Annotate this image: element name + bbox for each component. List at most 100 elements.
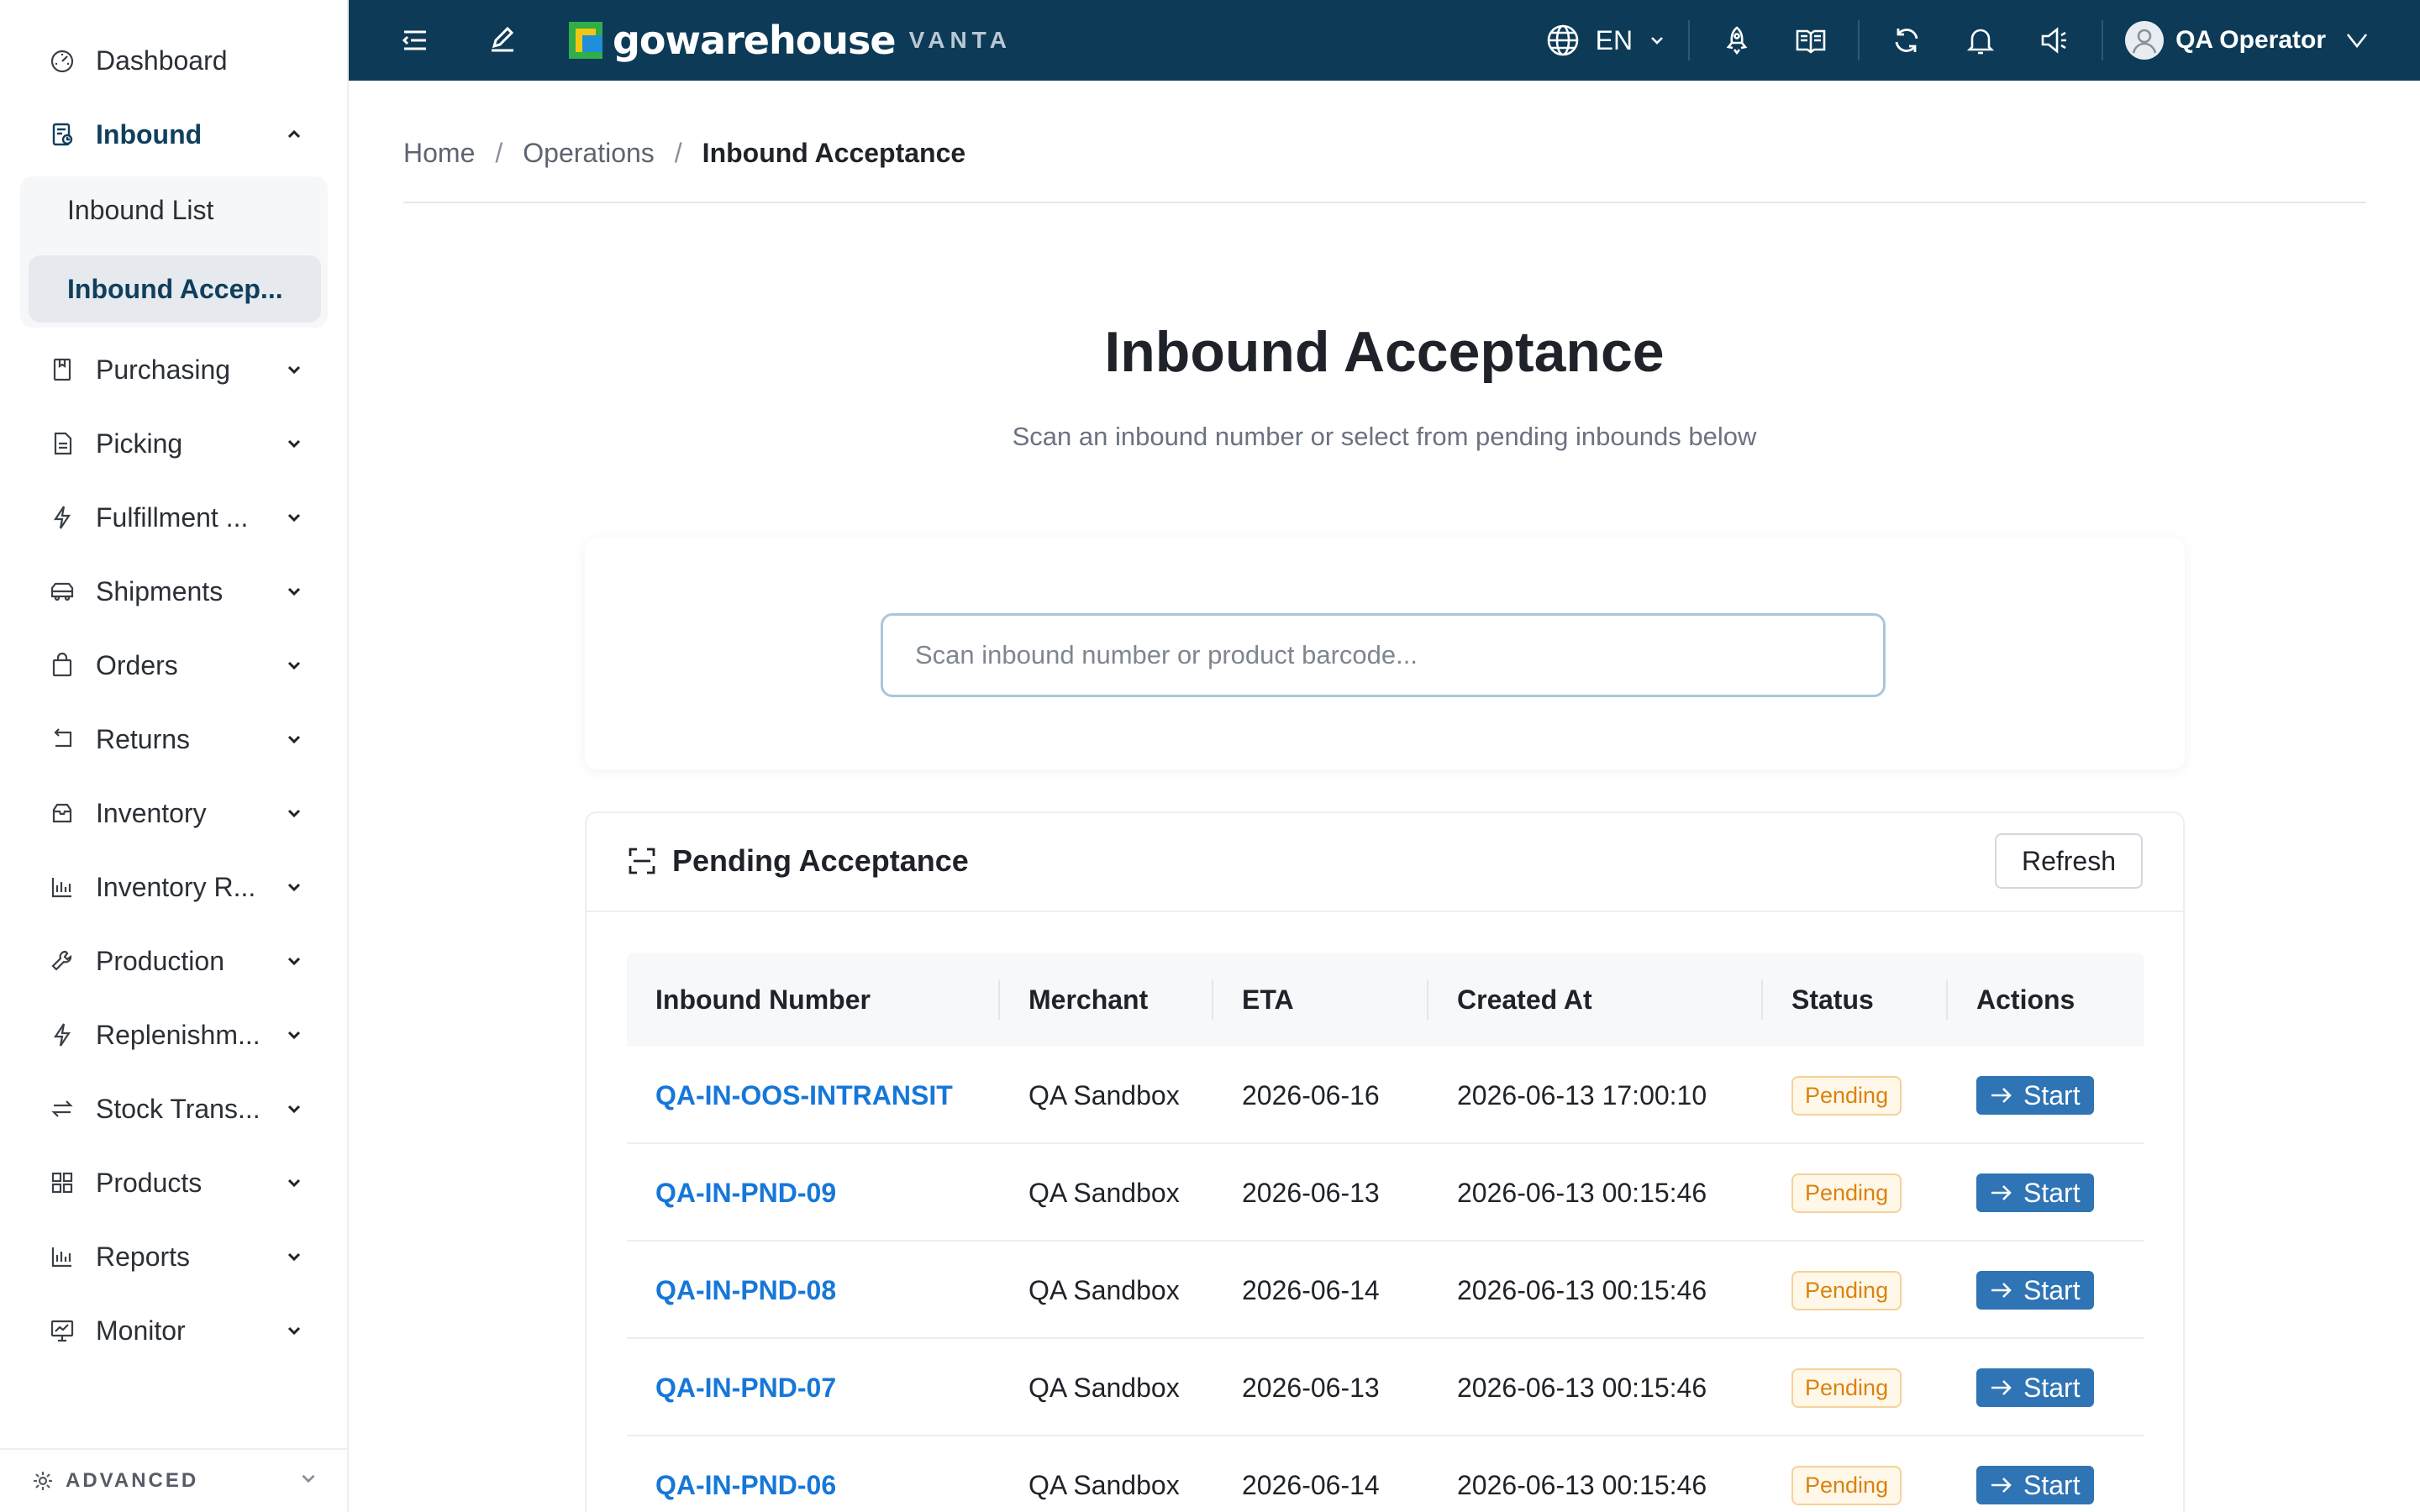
chevron-down-icon[interactable] — [277, 1166, 311, 1200]
sidebar-item-label: Picking — [96, 428, 183, 459]
sidebar-item-fulfillment[interactable]: Fulfillment ... — [25, 491, 319, 544]
sidebar-item-inbound[interactable]: Inbound — [25, 108, 319, 161]
docs-book-icon[interactable] — [1786, 15, 1836, 66]
sidebar-item-label: Purchasing — [96, 354, 231, 385]
sidebar-subitem-inbound-list[interactable]: Inbound List — [29, 176, 321, 244]
sidebar-item-orders[interactable]: Orders — [25, 638, 319, 692]
sidebar-item-production[interactable]: Production — [25, 934, 319, 988]
start-button[interactable]: Start — [1976, 1466, 2094, 1504]
sidebar-item-products[interactable]: Products — [25, 1156, 319, 1210]
merchant-cell: QA Sandbox — [1028, 1177, 1180, 1208]
brand-logo[interactable]: gowarehouse VANTA — [569, 18, 1012, 63]
status-badge: Pending — [1791, 1465, 1902, 1505]
sidebar-item-returns[interactable]: Returns — [25, 712, 319, 766]
chevron-up-icon[interactable] — [277, 118, 311, 151]
inbound-number-link[interactable]: QA-IN-OOS-INTRANSIT — [655, 1047, 953, 1144]
purchasing-book-icon — [44, 351, 81, 388]
user-menu[interactable]: QA Operator — [2125, 21, 2371, 60]
refresh-sync-icon[interactable] — [1881, 15, 1932, 66]
breadcrumb-home-link[interactable]: Home — [403, 138, 475, 169]
sidebar-item-replenishment[interactable]: Replenishm... — [25, 1008, 319, 1062]
chevron-down-icon[interactable] — [277, 870, 311, 904]
inbound-number-link[interactable]: QA-IN-PND-07 — [655, 1339, 836, 1436]
arrow-right-icon — [1988, 1278, 2013, 1303]
inbound-number-link[interactable]: QA-IN-PND-06 — [655, 1436, 836, 1512]
start-button[interactable]: Start — [1976, 1173, 2094, 1212]
status-badge: Pending — [1791, 1075, 1902, 1116]
gear-icon — [32, 1468, 57, 1494]
fulfillment-bolt-icon — [44, 499, 81, 536]
status-badge: Pending — [1791, 1270, 1902, 1310]
sidebar-item-dashboard[interactable]: Dashboard — [25, 34, 319, 87]
inventory-reports-chart-icon — [44, 869, 81, 906]
start-button[interactable]: Start — [1976, 1368, 2094, 1407]
sidebar-item-label: Orders — [96, 649, 178, 680]
created-at-cell: 2026-06-13 17:00:10 — [1457, 1079, 1707, 1110]
chevron-down-icon[interactable] — [277, 722, 311, 756]
start-button[interactable]: Start — [1976, 1076, 2094, 1115]
sidebar-item-label: Inventory — [96, 797, 207, 828]
start-button-label: Start — [2023, 1274, 2081, 1305]
sidebar-item-shipments[interactable]: Shipments — [25, 564, 319, 618]
language-code: EN — [1595, 24, 1634, 55]
chevron-down-icon — [2343, 26, 2371, 55]
sidebar-item-reports[interactable]: Reports — [25, 1230, 319, 1284]
sidebar-subitem-inbound-acceptance[interactable]: Inbound Accep... — [29, 255, 321, 323]
created-at-cell: 2026-06-13 00:15:46 — [1457, 1177, 1707, 1208]
rocket-icon[interactable] — [1712, 15, 1762, 66]
sidebar-item-picking[interactable]: Picking — [25, 417, 319, 470]
column-divider — [1761, 979, 1763, 1020]
column-header-status[interactable]: Status — [1791, 953, 1874, 1047]
column-header-eta[interactable]: ETA — [1242, 953, 1294, 1047]
start-button[interactable]: Start — [1976, 1271, 2094, 1310]
sidebar-item-inventory[interactable]: Inventory — [25, 786, 319, 840]
sidebar-item-purchasing[interactable]: Purchasing — [25, 343, 319, 396]
chevron-down-icon[interactable] — [277, 648, 311, 682]
breadcrumb-current: Inbound Acceptance — [702, 138, 966, 168]
inbound-clipboard-icon — [44, 116, 81, 153]
eta-cell: 2026-06-13 — [1242, 1177, 1380, 1208]
chevron-down-icon[interactable] — [277, 501, 311, 534]
chevron-down-icon[interactable] — [277, 575, 311, 608]
page-title: Inbound Acceptance — [1104, 320, 1665, 384]
column-header-inbound-number[interactable]: Inbound Number — [655, 953, 871, 1047]
brand-name: gowarehouse — [613, 18, 897, 63]
refresh-button[interactable]: Refresh — [1995, 833, 2143, 889]
sidebar-item-inventory-reports[interactable]: Inventory R... — [25, 860, 319, 914]
pending-card-header: Pending Acceptance Refresh — [587, 813, 2183, 912]
sidebar-item-monitor[interactable]: Monitor — [25, 1304, 319, 1357]
column-header-created-at[interactable]: Created At — [1457, 953, 1592, 1047]
announcement-speaker-icon[interactable] — [2029, 15, 2080, 66]
chevron-down-icon[interactable] — [277, 1240, 311, 1273]
sidebar-item-stock-transfer[interactable]: Stock Trans... — [25, 1082, 319, 1136]
chevron-down-icon[interactable] — [277, 944, 311, 978]
dashboard-gauge-icon — [44, 42, 81, 79]
sidebar-advanced-toggle[interactable]: ADVANCED — [0, 1448, 349, 1512]
stock-transfer-arrows-icon — [44, 1090, 81, 1127]
chevron-down-icon[interactable] — [277, 1314, 311, 1347]
sidebar-item-label: Inventory R... — [96, 871, 256, 902]
column-header-merchant[interactable]: Merchant — [1028, 953, 1148, 1047]
arrow-right-icon — [1988, 1375, 2013, 1400]
chevron-down-icon[interactable] — [277, 1092, 311, 1126]
chevron-down-icon[interactable] — [277, 796, 311, 830]
scan-input[interactable] — [881, 613, 1886, 697]
sidebar-item-label: Shipments — [96, 575, 224, 606]
chevron-down-icon[interactable] — [277, 1018, 311, 1052]
pending-acceptance-card: Pending Acceptance Refresh Inbound Numbe… — [585, 811, 2185, 1512]
picking-document-icon — [44, 425, 81, 462]
arrow-right-icon — [1988, 1473, 2013, 1498]
edit-pen-icon[interactable] — [476, 15, 527, 66]
shipments-truck-icon — [44, 573, 81, 610]
inbound-number-link[interactable]: QA-IN-PND-09 — [655, 1144, 836, 1242]
bell-icon[interactable] — [1955, 15, 2006, 66]
menu-collapse-icon[interactable] — [389, 15, 439, 66]
chevron-down-icon[interactable] — [277, 353, 311, 386]
reports-chart-icon — [44, 1238, 81, 1275]
sidebar-item-label: Replenishm... — [96, 1019, 260, 1050]
avatar — [2125, 21, 2165, 60]
breadcrumb-operations-link[interactable]: Operations — [523, 138, 655, 169]
inbound-number-link[interactable]: QA-IN-PND-08 — [655, 1242, 836, 1339]
language-selector[interactable]: EN — [1545, 23, 1666, 58]
chevron-down-icon[interactable] — [277, 427, 311, 460]
